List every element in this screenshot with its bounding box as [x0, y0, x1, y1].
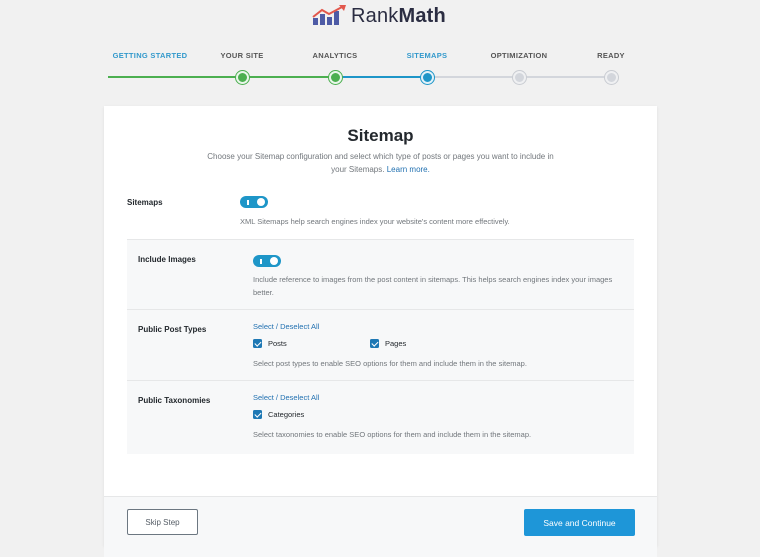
wizard-steps: GETTING STARTED YOUR SITE ANALYTICS SITE… — [0, 50, 760, 90]
include-images-row: Include Images Include reference to imag… — [127, 240, 634, 310]
taxonomies-label: Public Taxonomies — [138, 396, 211, 405]
step-dot-done — [236, 71, 249, 84]
checkbox-label: Pages — [385, 339, 407, 348]
save-and-continue-button[interactable]: Save and Continue — [524, 509, 635, 536]
checkbox-checked-icon — [370, 339, 379, 348]
sitemaps-toggle[interactable] — [240, 196, 268, 208]
posts-checkbox[interactable]: Posts — [253, 339, 287, 348]
step-dot-pending — [513, 71, 526, 84]
step-label: READY — [597, 51, 625, 60]
sitemaps-help: XML Sitemaps help search engines index y… — [240, 217, 510, 226]
post-types-help: Select post types to enable SEO options … — [253, 359, 527, 368]
step-dot-pending — [605, 71, 618, 84]
rankmath-logo: RankMath — [312, 2, 446, 30]
toggle-knob — [270, 257, 278, 265]
taxonomies-select-all-link[interactable]: Select / Deselect All — [253, 393, 319, 402]
brand-name-part2: Math — [398, 4, 446, 27]
include-images-label: Include Images — [138, 255, 196, 264]
checkbox-label: Categories — [268, 410, 305, 419]
toggle-on-indicator — [260, 258, 262, 264]
sitemaps-row: Sitemaps XML Sitemaps help search engine… — [127, 196, 637, 240]
toggle-knob — [257, 198, 265, 206]
step-dot-done — [329, 71, 342, 84]
learn-more-link[interactable]: Learn more. — [387, 165, 430, 174]
sitemap-options-panel: Include Images Include reference to imag… — [127, 239, 634, 454]
step-dot-active — [421, 71, 434, 84]
checkbox-label: Posts — [268, 339, 287, 348]
checkbox-checked-icon — [253, 410, 262, 419]
description-text: Choose your Sitemap configuration and se… — [207, 152, 554, 174]
toggle-on-indicator — [247, 199, 249, 205]
include-images-toggle[interactable] — [253, 255, 281, 267]
checkbox-checked-icon — [253, 339, 262, 348]
rankmath-wordmark: RankMath — [351, 5, 446, 28]
page-title: Sitemap — [347, 126, 414, 145]
brand-name-part1: Rank — [351, 4, 399, 27]
card-footer: Skip Step Save and Continue — [104, 496, 657, 557]
progress-line-active — [335, 76, 427, 78]
skip-step-button[interactable]: Skip Step — [127, 509, 198, 535]
taxonomies-help: Select taxonomies to enable SEO options … — [253, 430, 532, 439]
pages-checkbox[interactable]: Pages — [370, 339, 406, 348]
rankmath-logo-icon — [312, 5, 346, 25]
post-types-row: Public Post Types Select / Deselect All … — [127, 310, 634, 381]
page-description: Choose your Sitemap configuration and se… — [204, 151, 557, 176]
sitemap-card: Sitemap Choose your Sitemap configuratio… — [104, 106, 657, 557]
include-images-help: Include reference to images from the pos… — [253, 275, 613, 297]
sitemaps-label: Sitemaps — [127, 198, 163, 207]
taxonomies-row: Public Taxonomies Select / Deselect All … — [127, 381, 634, 453]
categories-checkbox[interactable]: Categories — [253, 410, 304, 419]
post-types-label: Public Post Types — [138, 325, 207, 334]
post-types-select-all-link[interactable]: Select / Deselect All — [253, 322, 319, 331]
step-ready[interactable]: READY — [551, 50, 671, 84]
